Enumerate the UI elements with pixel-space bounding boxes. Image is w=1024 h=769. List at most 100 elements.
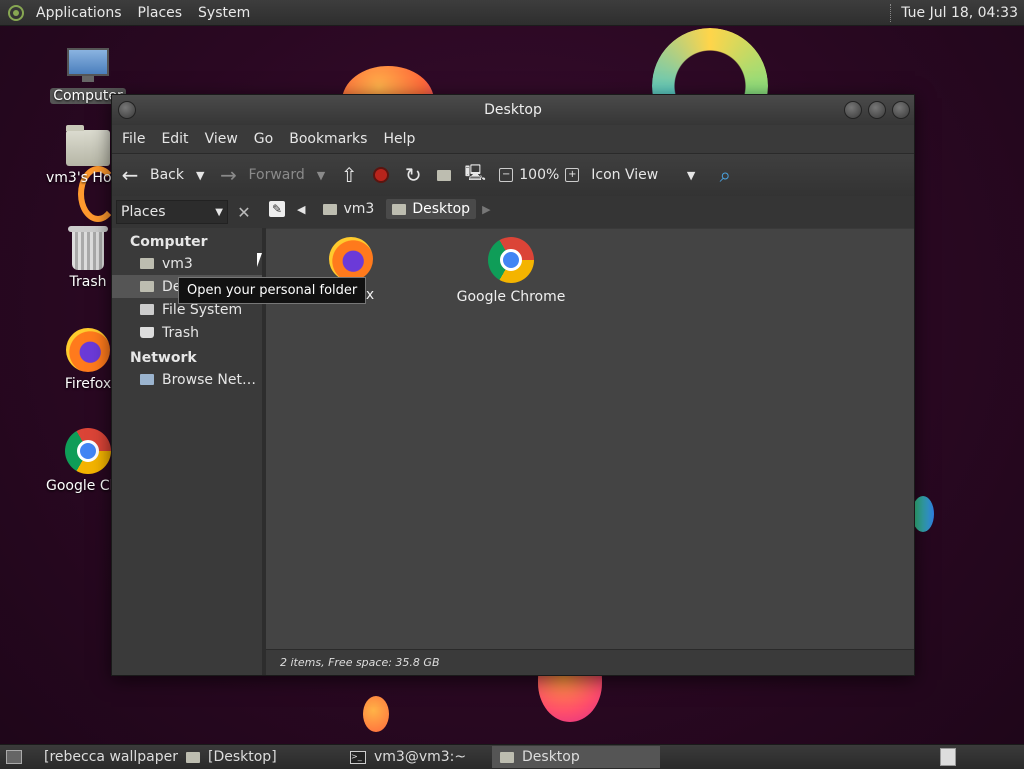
menu-go[interactable]: Go bbox=[246, 131, 281, 147]
chevron-down-icon: ▼ bbox=[215, 206, 223, 218]
sidebar-item-label: Trash bbox=[162, 324, 199, 341]
back-history-dropdown[interactable]: ▼ bbox=[190, 169, 210, 182]
forward-button[interactable]: → Forward bbox=[210, 163, 310, 187]
applications-menu[interactable]: Applications bbox=[28, 5, 130, 21]
top-panel: Applications Places System Tue Jul 18, 0… bbox=[0, 0, 1024, 26]
maximize-button[interactable] bbox=[868, 101, 886, 119]
taskbar-label: [rebecca wallpaper ... bbox=[44, 749, 178, 765]
close-sidebar-icon[interactable]: ✕ bbox=[234, 203, 254, 222]
clock-text: Tue Jul 18, 04:33 bbox=[901, 4, 1018, 21]
menu-help[interactable]: Help bbox=[375, 131, 423, 147]
home-folder-icon bbox=[323, 203, 338, 215]
places-menu[interactable]: Places bbox=[130, 5, 191, 21]
desktop-folder-icon bbox=[140, 281, 154, 292]
reload-icon: ↻ bbox=[404, 163, 422, 187]
location-row: Places ▼ ✕ ✎ ◀ vm3 Desktop ▶ bbox=[112, 196, 914, 228]
back-label: Back bbox=[150, 167, 184, 183]
drive-icon bbox=[140, 304, 154, 315]
menubar: File Edit View Go Bookmarks Help bbox=[112, 125, 914, 153]
desktop-icon-label: Firefox bbox=[64, 376, 112, 392]
breadcrumb: ✎ ◀ vm3 Desktop ▶ bbox=[269, 199, 491, 219]
view-mode-label: Icon View bbox=[591, 167, 659, 183]
breadcrumb-label: Desktop bbox=[412, 201, 471, 217]
clock[interactable]: Tue Jul 18, 04:33 bbox=[890, 3, 1024, 22]
folder-icon bbox=[186, 751, 200, 763]
distro-logo-icon[interactable] bbox=[8, 4, 24, 21]
zoom-level: 100% bbox=[519, 167, 560, 183]
menu-view[interactable]: View bbox=[197, 131, 246, 147]
breadcrumb-left-arrow-icon[interactable]: ◀ bbox=[291, 203, 311, 216]
system-menu[interactable]: System bbox=[190, 5, 258, 21]
menu-edit[interactable]: Edit bbox=[153, 131, 196, 147]
edit-location-icon[interactable]: ✎ bbox=[269, 201, 285, 217]
workspace-switcher[interactable] bbox=[940, 748, 956, 766]
close-button[interactable] bbox=[892, 101, 910, 119]
taskbar-label: Desktop bbox=[522, 749, 580, 765]
sidebar-item-trash[interactable]: Trash bbox=[112, 321, 262, 344]
trash-icon bbox=[68, 226, 108, 270]
window-menu-icon[interactable] bbox=[118, 101, 136, 119]
view-mode-select[interactable]: Icon View ▼ bbox=[585, 167, 707, 183]
breadcrumb-right-arrow-icon[interactable]: ▶ bbox=[482, 203, 490, 216]
computer-icon bbox=[65, 46, 111, 84]
desktop-folder-icon bbox=[392, 203, 407, 215]
sidebar-item-browse-network[interactable]: Browse Net… bbox=[112, 368, 262, 391]
status-bar: 2 items, Free space: 35.8 GB bbox=[266, 649, 914, 675]
taskbar-label: [Desktop] bbox=[208, 749, 277, 765]
network-icon bbox=[140, 374, 154, 385]
back-button[interactable]: ← Back bbox=[112, 163, 190, 187]
menu-file[interactable]: File bbox=[114, 131, 153, 147]
mouse-cursor-icon bbox=[257, 253, 262, 267]
computer-button[interactable]: 🖳 bbox=[457, 162, 493, 189]
breadcrumb-desktop[interactable]: Desktop bbox=[386, 199, 477, 219]
home-folder-icon bbox=[66, 125, 110, 166]
home-icon bbox=[437, 169, 452, 181]
terminal-icon: >_ bbox=[350, 750, 366, 764]
stop-icon bbox=[373, 167, 390, 183]
home-button[interactable] bbox=[431, 169, 457, 181]
status-text: 2 items, Free space: 35.8 GB bbox=[280, 656, 440, 669]
toolbar: ← Back ▼ → Forward ▼ ⇧ ↻ 🖳 − 100% + Icon… bbox=[112, 153, 914, 197]
forward-label: Forward bbox=[248, 167, 305, 183]
search-button[interactable]: ⌕ bbox=[707, 163, 743, 187]
chevron-down-icon: ▼ bbox=[686, 168, 696, 182]
chrome-icon bbox=[65, 428, 111, 474]
folder-icon bbox=[500, 751, 514, 763]
reload-button[interactable]: ↻ bbox=[395, 163, 431, 187]
zoom-out-button[interactable]: − bbox=[493, 168, 519, 182]
up-button[interactable]: ⇧ bbox=[331, 163, 367, 187]
zoom-in-icon: + bbox=[565, 168, 580, 182]
file-item-chrome[interactable]: Google Chrome bbox=[451, 237, 571, 305]
forward-arrow-icon: → bbox=[220, 163, 237, 187]
forward-history-dropdown[interactable]: ▼ bbox=[311, 169, 331, 182]
wallpaper-shape bbox=[363, 696, 389, 732]
stop-button[interactable] bbox=[367, 167, 395, 183]
sidebar-item-label: Browse Net… bbox=[162, 371, 257, 388]
menu-bookmarks[interactable]: Bookmarks bbox=[281, 131, 375, 147]
sidebar-type-select[interactable]: Places ▼ bbox=[116, 200, 228, 224]
show-desktop-icon[interactable] bbox=[6, 750, 22, 764]
sidebar-item-vm3[interactable]: vm3 bbox=[112, 252, 262, 275]
breadcrumb-label: vm3 bbox=[343, 201, 375, 217]
chrome-icon bbox=[488, 237, 534, 283]
sidebar-item-label: vm3 bbox=[162, 255, 193, 272]
computer-icon: 🖳 bbox=[464, 162, 486, 182]
zoom-in-button[interactable]: + bbox=[559, 168, 585, 182]
zoom-out-icon: − bbox=[499, 168, 514, 182]
taskbar-item-firefox[interactable]: [rebecca wallpaper ... bbox=[28, 746, 178, 768]
breadcrumb-vm3[interactable]: vm3 bbox=[317, 199, 380, 219]
window-title: Desktop bbox=[484, 102, 542, 118]
taskbar-item-terminal[interactable]: >_ vm3@vm3:~ bbox=[342, 746, 492, 768]
file-item-label: Google Chrome bbox=[456, 289, 566, 305]
taskbar-item-desktop-minimized[interactable]: [Desktop] bbox=[178, 746, 328, 768]
window-titlebar[interactable]: Desktop bbox=[112, 95, 914, 125]
taskbar-item-desktop[interactable]: Desktop bbox=[492, 746, 660, 768]
search-icon: ⌕ bbox=[719, 163, 731, 187]
trash-icon bbox=[140, 327, 154, 338]
firefox-icon bbox=[329, 237, 373, 281]
minimize-button[interactable] bbox=[844, 101, 862, 119]
home-folder-icon bbox=[140, 258, 154, 269]
firefox-icon bbox=[66, 328, 110, 372]
wallpaper-shape bbox=[912, 496, 934, 532]
desktop-icon-label: Trash bbox=[69, 274, 107, 290]
